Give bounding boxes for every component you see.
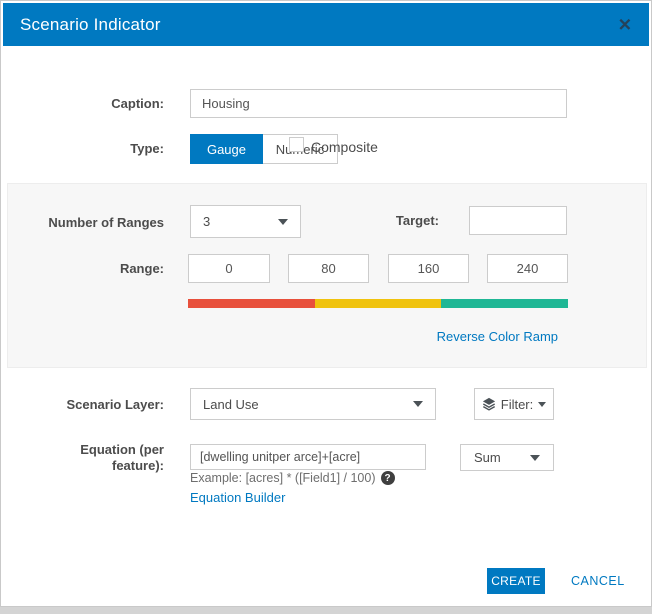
equation-input[interactable] bbox=[190, 444, 426, 470]
create-button[interactable]: CREATE bbox=[487, 568, 545, 594]
range-input-2[interactable] bbox=[288, 254, 369, 283]
scenario-indicator-dialog: Scenario Indicator ✕ Caption: Type: Gaug… bbox=[0, 0, 652, 607]
aggregation-select[interactable]: Sum bbox=[460, 444, 554, 471]
equation-label-line2: feature): bbox=[21, 458, 164, 474]
chevron-down-icon bbox=[413, 401, 423, 407]
scenario-layer-select[interactable]: Land Use bbox=[190, 388, 436, 420]
dialog-title: Scenario Indicator bbox=[20, 15, 161, 35]
type-gauge-button[interactable]: Gauge bbox=[190, 134, 263, 164]
cancel-button[interactable]: CANCEL bbox=[571, 574, 625, 588]
equation-label-line1: Equation (per bbox=[21, 442, 164, 458]
target-label: Target: bbox=[371, 213, 439, 228]
composite-checkbox[interactable] bbox=[289, 137, 304, 152]
equation-example-row: Example: [acres] * ([Field1] / 100) ? bbox=[190, 471, 395, 485]
equation-builder-link[interactable]: Equation Builder bbox=[190, 490, 285, 505]
number-of-ranges-label: Number of Ranges bbox=[21, 215, 164, 230]
filter-button-label: Filter: bbox=[501, 397, 534, 412]
range-input-3[interactable] bbox=[388, 254, 469, 283]
number-of-ranges-select[interactable]: 3 bbox=[190, 205, 301, 238]
range-input-1[interactable] bbox=[188, 254, 270, 283]
aggregation-value: Sum bbox=[474, 450, 501, 465]
range-label: Range: bbox=[21, 261, 164, 276]
chevron-down-icon bbox=[278, 219, 288, 225]
caption-label: Caption: bbox=[21, 96, 164, 111]
chevron-down-icon bbox=[530, 455, 540, 461]
reverse-color-ramp-link[interactable]: Reverse Color Ramp bbox=[401, 329, 558, 344]
range-input-4[interactable] bbox=[487, 254, 568, 283]
scenario-layer-label: Scenario Layer: bbox=[21, 397, 164, 412]
caption-input[interactable] bbox=[190, 89, 567, 118]
color-ramp-bar bbox=[188, 299, 568, 308]
dialog-header: Scenario Indicator ✕ bbox=[3, 3, 649, 46]
filter-button[interactable]: Filter: bbox=[474, 388, 554, 420]
composite-label: Composite bbox=[311, 139, 378, 155]
help-icon[interactable]: ? bbox=[381, 471, 395, 485]
scenario-layer-value: Land Use bbox=[203, 397, 259, 412]
ramp-segment-yellow bbox=[315, 299, 442, 308]
target-input[interactable] bbox=[469, 206, 567, 235]
number-of-ranges-value: 3 bbox=[203, 214, 210, 229]
equation-label: Equation (per feature): bbox=[21, 442, 164, 474]
type-label: Type: bbox=[21, 141, 164, 156]
layers-icon bbox=[482, 397, 496, 411]
ramp-segment-red bbox=[188, 299, 315, 308]
equation-example-text: Example: [acres] * ([Field1] / 100) bbox=[190, 471, 376, 485]
ramp-segment-teal bbox=[441, 299, 568, 308]
scenario-indicator-dialog-page: Scenario Indicator ✕ Caption: Type: Gaug… bbox=[0, 0, 652, 614]
chevron-down-icon bbox=[538, 402, 546, 407]
close-icon[interactable]: ✕ bbox=[618, 16, 632, 33]
